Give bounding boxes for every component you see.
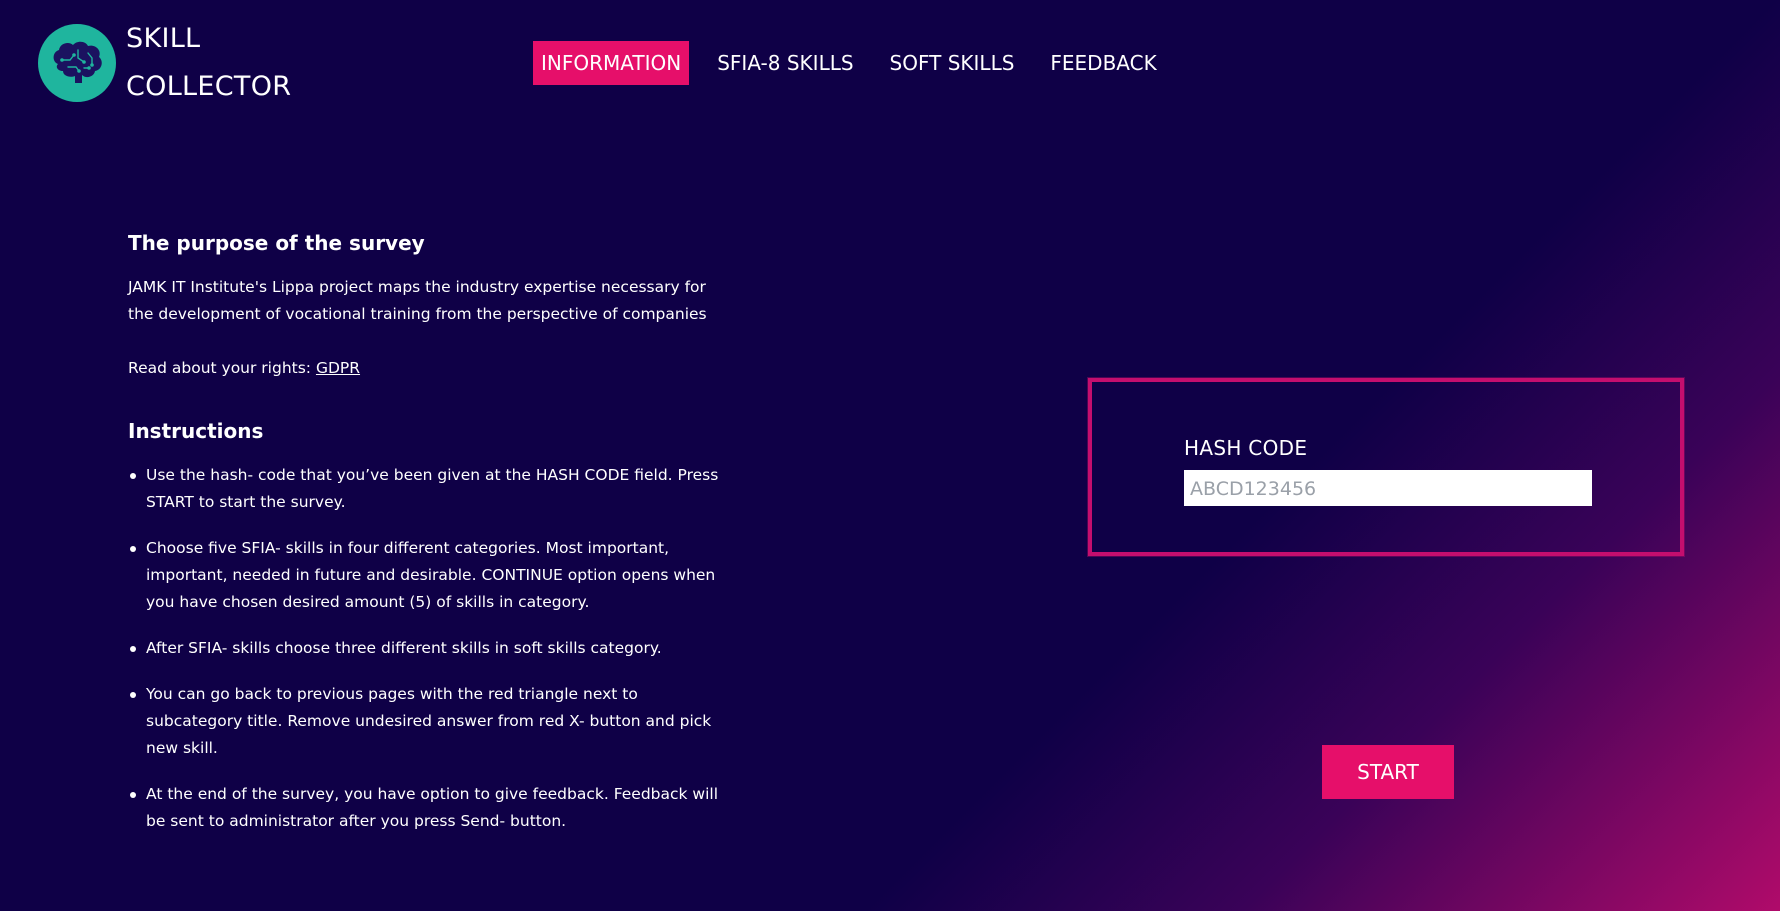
- purpose-title: The purpose of the survey: [128, 231, 425, 255]
- app-title-line2: COLLECTOR: [126, 71, 292, 102]
- list-item: Choose five SFIA- skills in four differe…: [128, 535, 728, 616]
- app-title: SKILL COLLECTOR: [126, 15, 291, 111]
- instruction-text: At the end of the survey, you have optio…: [146, 785, 719, 830]
- instruction-text: After SFIA- skills choose three differen…: [146, 639, 662, 657]
- bullet-icon: [130, 692, 136, 698]
- nav-item-sfia-skills[interactable]: SFIA-8 SKILLS: [709, 41, 861, 85]
- rights-prefix: Read about your rights:: [128, 359, 316, 377]
- info-content: The purpose of the survey JAMK IT Instit…: [128, 228, 728, 854]
- app-title-line1: SKILL: [126, 23, 201, 54]
- bullet-icon: [130, 646, 136, 652]
- bullet-icon: [130, 546, 136, 552]
- hash-code-label: HASH CODE: [1184, 436, 1308, 460]
- bullet-icon: [130, 792, 136, 798]
- nav-item-feedback[interactable]: FEEDBACK: [1042, 41, 1164, 85]
- instructions-title: Instructions: [128, 419, 264, 443]
- list-item: Use the hash- code that you’ve been give…: [128, 462, 728, 516]
- list-item: At the end of the survey, you have optio…: [128, 781, 728, 835]
- brain-icon: [38, 24, 116, 102]
- rights-line: Read about your rights: GDPR: [128, 355, 728, 382]
- hash-code-input[interactable]: [1184, 470, 1592, 506]
- instruction-text: Use the hash- code that you’ve been give…: [146, 466, 719, 511]
- list-item: You can go back to previous pages with t…: [128, 681, 728, 762]
- logo[interactable]: SKILL COLLECTOR: [38, 23, 291, 111]
- nav-item-soft-skills[interactable]: SOFT SKILLS: [882, 41, 1023, 85]
- purpose-text: JAMK IT Institute's Lippa project maps t…: [128, 278, 707, 323]
- instruction-text: You can go back to previous pages with t…: [146, 685, 712, 757]
- instruction-text: Choose five SFIA- skills in four differe…: [146, 539, 716, 611]
- main-nav: INFORMATION SFIA-8 SKILLS SOFT SKILLS FE…: [533, 41, 1185, 85]
- start-button[interactable]: START: [1322, 745, 1454, 799]
- gdpr-link[interactable]: GDPR: [316, 359, 360, 377]
- bullet-icon: [130, 473, 136, 479]
- nav-item-information[interactable]: INFORMATION: [533, 41, 690, 85]
- list-item: After SFIA- skills choose three differen…: [128, 635, 728, 662]
- hash-code-panel: HASH CODE: [1088, 378, 1684, 556]
- instructions-list: Use the hash- code that you’ve been give…: [128, 462, 728, 835]
